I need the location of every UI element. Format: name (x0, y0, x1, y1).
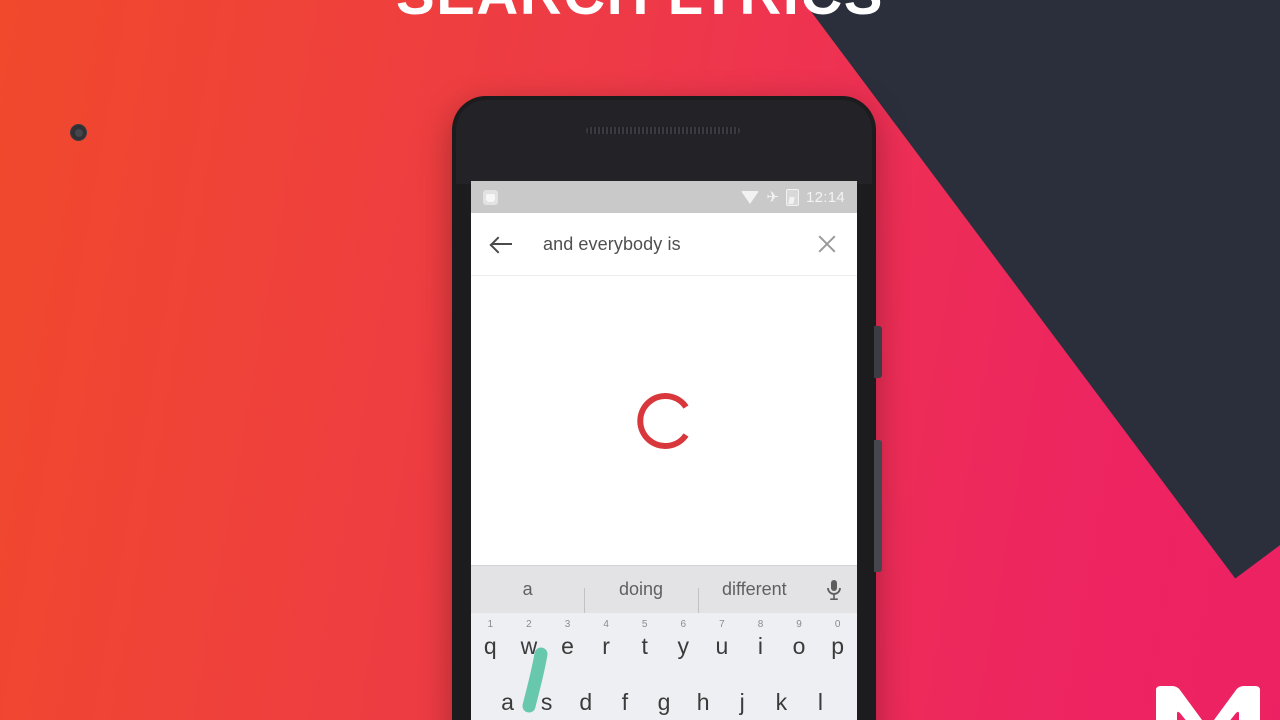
search-bar: and everybody is (471, 213, 857, 276)
key-number-hint: 5 (641, 619, 648, 630)
page-title: SEARCH LYRICS (0, 0, 1280, 24)
key-k[interactable]: k (762, 675, 801, 716)
microphone-icon[interactable] (811, 579, 857, 601)
key-l[interactable]: l (801, 675, 840, 716)
key-u[interactable]: 7u (703, 619, 742, 660)
key-number-hint: 9 (796, 619, 802, 630)
key-number-hint: 0 (834, 619, 841, 630)
key-label: t (641, 633, 648, 659)
wifi-icon (741, 190, 760, 204)
status-bar-time: 12:14 (805, 188, 845, 206)
key-label: e (561, 633, 574, 659)
key-label: p (831, 633, 845, 659)
key-number-hint: 6 (680, 619, 687, 630)
search-results-area (471, 276, 857, 565)
key-label: i (757, 633, 764, 659)
key-r[interactable]: 4r (587, 619, 626, 660)
key-q[interactable]: 1q (471, 619, 510, 660)
key-label: q (483, 633, 497, 659)
keyboard-row-2: a s d f g h j k l (471, 675, 857, 720)
key-label: w (520, 633, 538, 659)
app-notification-icon (483, 189, 498, 205)
key-label: s (540, 689, 553, 715)
key-label: y (677, 633, 690, 659)
key-number-hint: 2 (526, 619, 532, 630)
key-number-hint: 1 (487, 619, 494, 630)
key-label: u (715, 633, 729, 659)
key-number-hint: 4 (603, 619, 609, 630)
phone-top-bezel (456, 100, 872, 184)
m-logo (1156, 684, 1260, 720)
promo-screenshot: SEARCH LYRICS ✈ 12:14 and everybody is (0, 0, 1280, 720)
suggestion-item[interactable]: different (697, 579, 811, 614)
phone-screen: ✈ 12:14 and everybody is a doing differe… (471, 181, 857, 720)
key-number-hint: 7 (719, 619, 725, 630)
key-label: a (501, 689, 514, 715)
airplane-mode-icon: ✈ (766, 188, 779, 206)
key-o[interactable]: 9o (780, 619, 819, 660)
key-number-hint: 8 (757, 619, 764, 630)
key-h[interactable]: h (684, 675, 723, 716)
key-a[interactable]: a (488, 675, 527, 716)
battery-icon (785, 188, 799, 206)
status-bar: ✈ 12:14 (471, 181, 857, 213)
search-input[interactable]: and everybody is (543, 234, 815, 255)
key-s[interactable]: s (527, 675, 566, 716)
key-y[interactable]: 6y (664, 619, 703, 660)
volume-rocker-button[interactable] (874, 440, 882, 572)
earpiece-speaker-icon (586, 127, 740, 134)
key-j[interactable]: j (723, 675, 762, 716)
back-arrow-icon[interactable] (489, 231, 515, 257)
key-t[interactable]: 5t (625, 619, 664, 660)
key-f[interactable]: f (605, 675, 644, 716)
keyboard-row-1: 1q 2w 3e 4r 5t 6y 7u 8i 9o 0p (471, 619, 857, 675)
key-g[interactable]: g (644, 675, 683, 716)
front-camera-icon (70, 124, 87, 141)
key-label: k (775, 689, 788, 715)
key-w[interactable]: 2w (510, 619, 549, 660)
key-e[interactable]: 3e (548, 619, 587, 660)
key-label: j (739, 689, 745, 715)
on-screen-keyboard: 1q 2w 3e 4r 5t 6y 7u 8i 9o 0p a s d f g … (471, 613, 857, 720)
suggestion-item[interactable]: a (471, 579, 584, 600)
close-icon[interactable] (815, 232, 839, 256)
key-number-hint: 3 (564, 619, 571, 630)
key-label: r (602, 633, 610, 659)
keyboard-suggestion-strip: a doing different (471, 565, 857, 614)
key-label: h (696, 689, 710, 715)
suggestion-item[interactable]: doing (584, 579, 697, 614)
key-label: l (817, 689, 823, 715)
key-d[interactable]: d (566, 675, 605, 716)
key-p[interactable]: 0p (818, 619, 857, 660)
key-label: g (657, 689, 671, 715)
power-button[interactable] (874, 326, 882, 378)
loading-spinner (631, 388, 697, 454)
key-label: o (792, 633, 806, 659)
key-label: d (579, 689, 593, 715)
key-label: f (621, 689, 629, 715)
key-i[interactable]: 8i (741, 619, 780, 660)
